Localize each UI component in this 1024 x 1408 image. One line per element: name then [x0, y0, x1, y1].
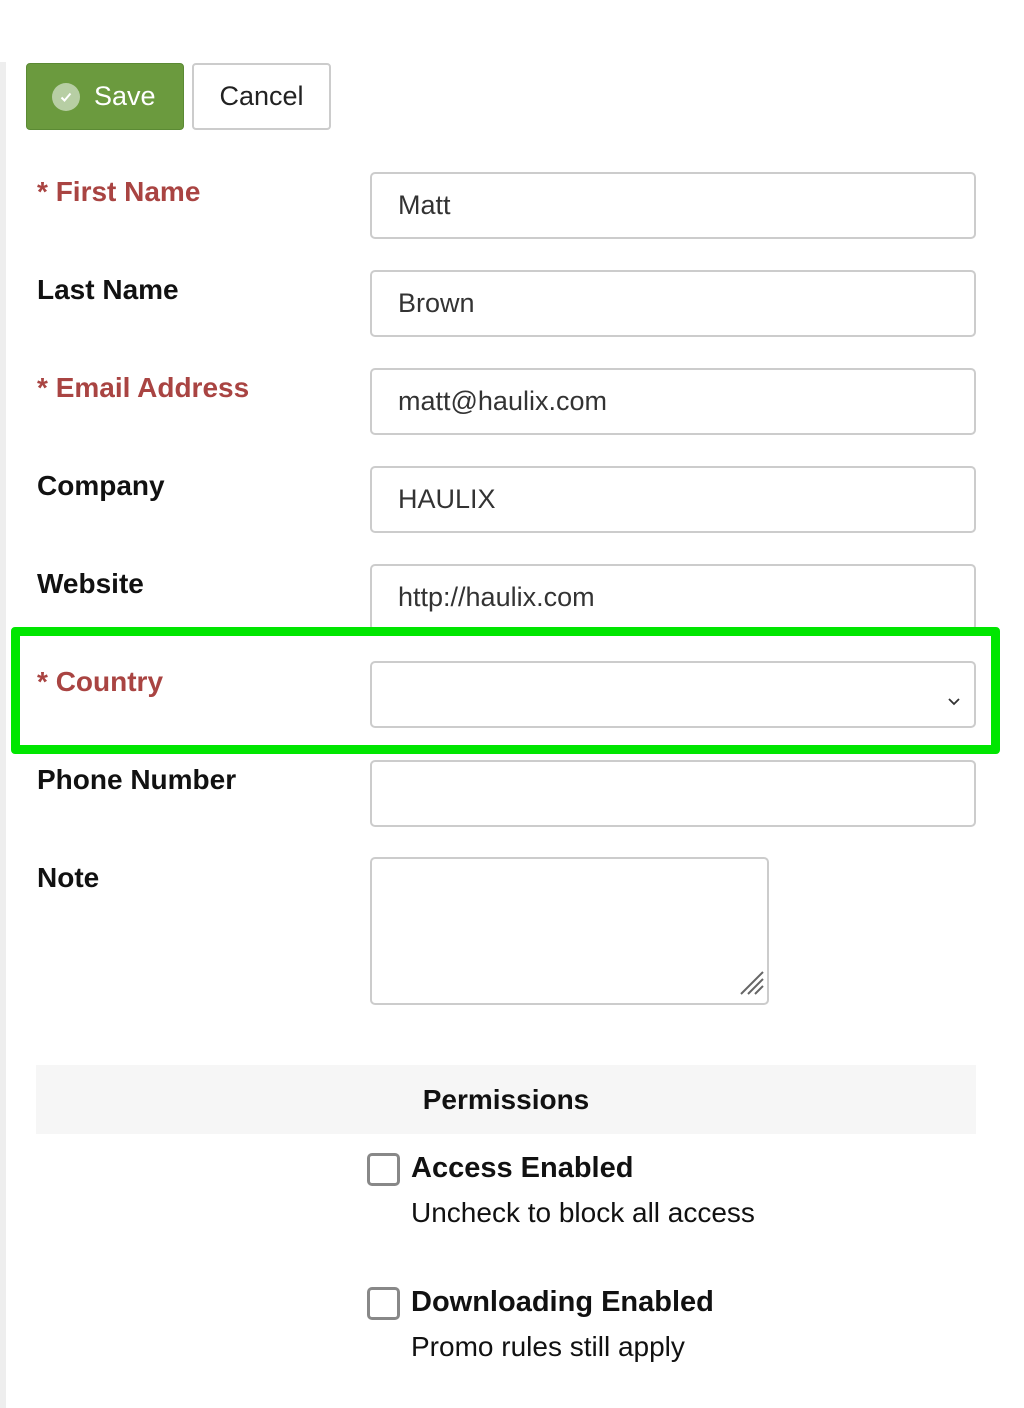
phone-input[interactable] — [370, 760, 976, 827]
first-name-input[interactable]: Matt — [370, 172, 976, 239]
page-left-border — [0, 62, 6, 1408]
note-label: Note — [37, 862, 100, 893]
company-value: HAULIX — [398, 484, 496, 514]
cancel-button[interactable]: Cancel — [192, 63, 331, 130]
country-label-text: Country — [55, 666, 164, 697]
email-label-text: Email Address — [55, 372, 250, 403]
required-asterisk: * — [37, 176, 48, 207]
required-asterisk: * — [37, 372, 48, 403]
last-name-label: Last Name — [37, 274, 179, 305]
website-input[interactable]: http://haulix.com — [370, 564, 976, 631]
chevron-down-icon — [946, 685, 962, 716]
resize-handle-icon[interactable] — [737, 968, 765, 1001]
save-button[interactable]: Save — [26, 63, 184, 130]
access-enabled-help: Uncheck to block all access — [411, 1197, 755, 1228]
note-textarea[interactable] — [370, 857, 769, 1005]
email-label: * Email Address — [37, 372, 249, 404]
first-name-label: * First Name — [37, 176, 200, 208]
permissions-heading: Permissions — [36, 1065, 976, 1134]
company-input[interactable]: HAULIX — [370, 466, 976, 533]
downloading-enabled-checkbox[interactable] — [367, 1287, 400, 1320]
company-label: Company — [37, 470, 165, 501]
required-asterisk: * — [37, 666, 48, 697]
access-enabled-checkbox[interactable] — [367, 1153, 400, 1186]
save-button-label: Save — [94, 81, 156, 111]
check-circle-icon — [52, 82, 80, 111]
cancel-button-label: Cancel — [219, 81, 304, 111]
last-name-value: Brown — [398, 288, 475, 318]
country-label: * Country — [37, 666, 163, 698]
email-input[interactable]: matt@haulix.com — [370, 368, 976, 435]
phone-label: Phone Number — [37, 764, 237, 795]
downloading-enabled-help: Promo rules still apply — [411, 1331, 685, 1362]
website-label: Website — [37, 568, 144, 599]
email-value: matt@haulix.com — [398, 386, 607, 416]
first-name-label-text: First Name — [55, 176, 201, 207]
website-value: http://haulix.com — [398, 582, 595, 612]
country-select[interactable] — [370, 661, 976, 728]
last-name-input[interactable]: Brown — [370, 270, 976, 337]
downloading-enabled-label[interactable]: Downloading Enabled — [411, 1286, 714, 1319]
access-enabled-label[interactable]: Access Enabled — [411, 1152, 633, 1185]
first-name-value: Matt — [398, 190, 451, 220]
